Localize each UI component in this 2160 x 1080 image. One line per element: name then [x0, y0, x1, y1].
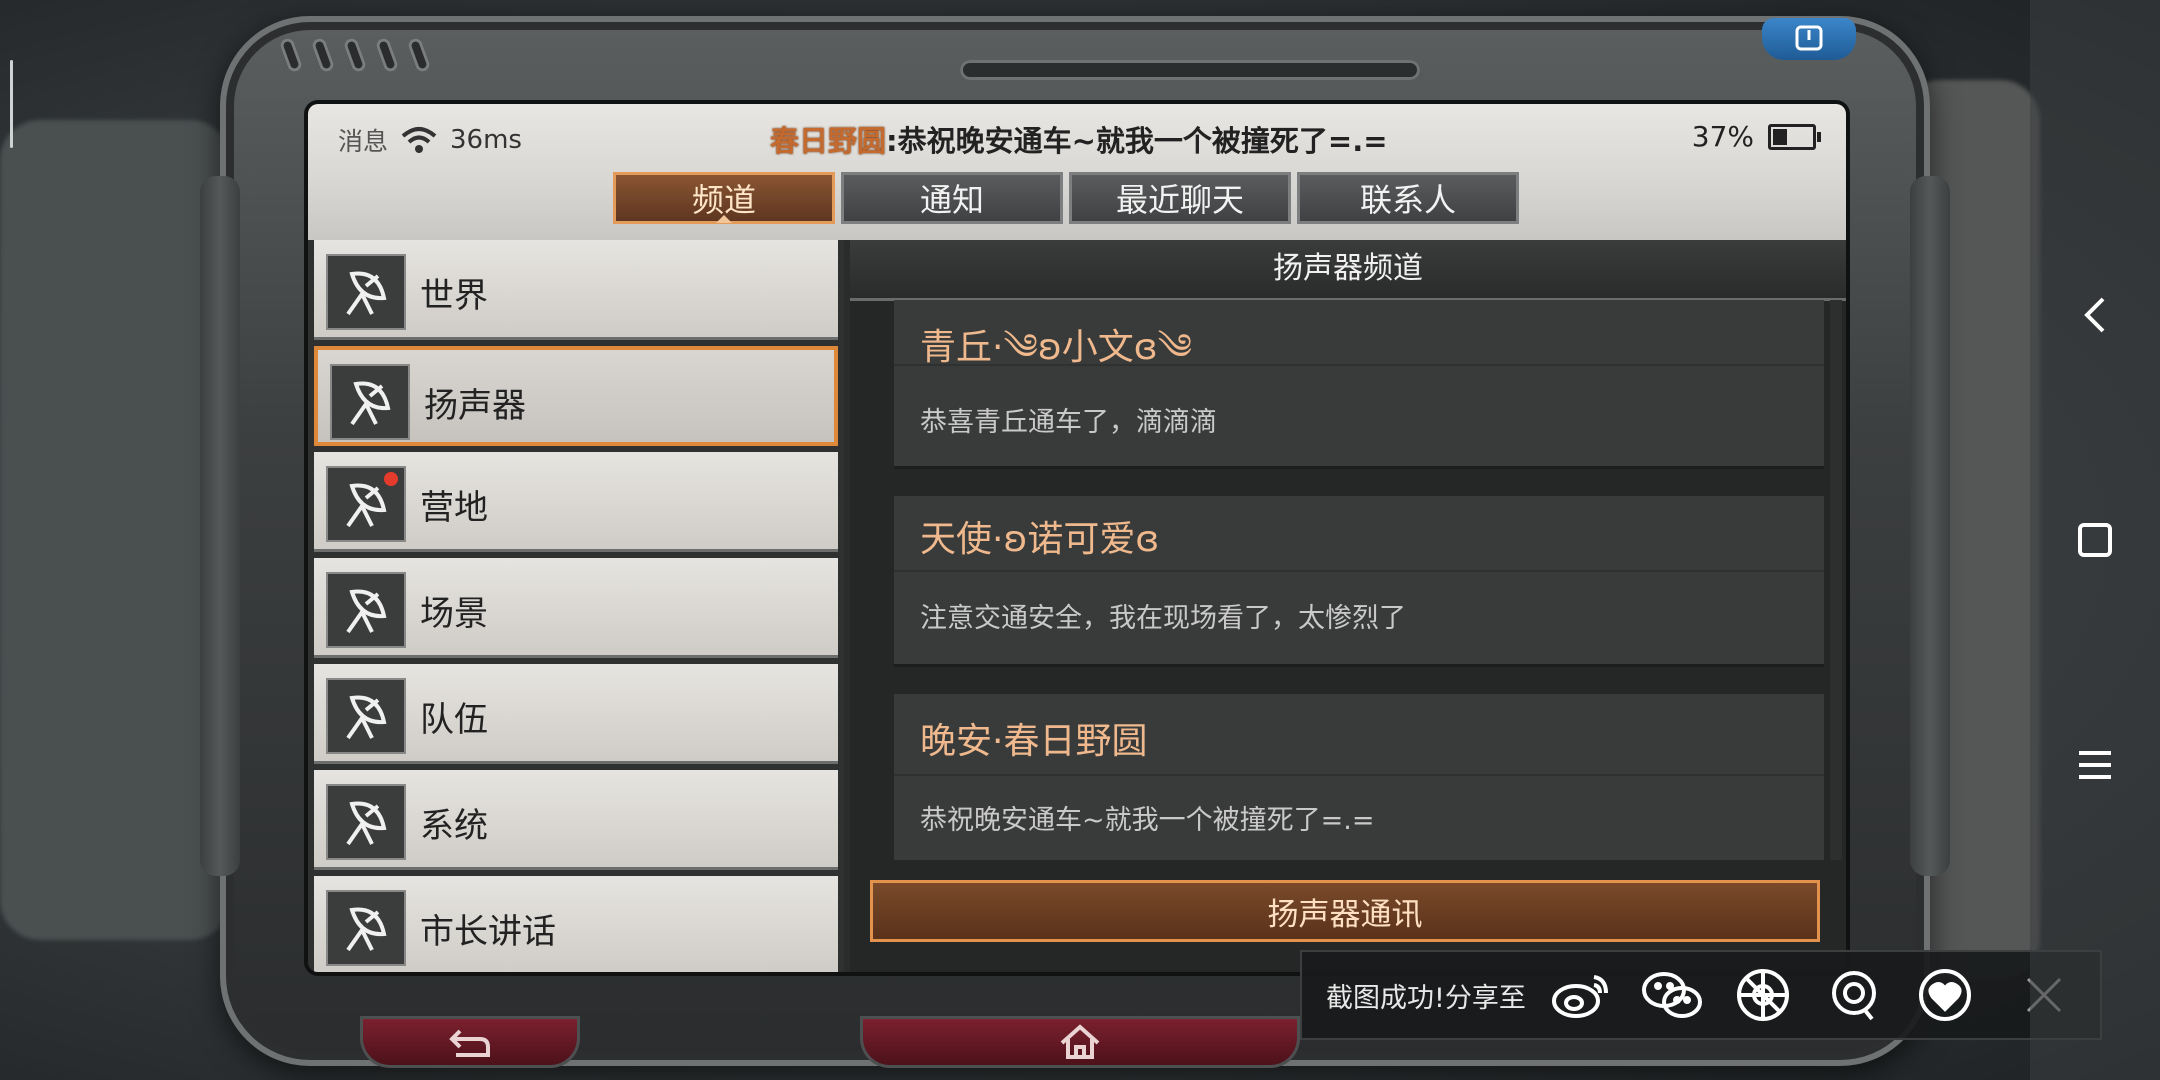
nav-menu-button[interactable] [2030, 725, 2160, 805]
channel-item-team[interactable]: 队伍 [314, 664, 838, 764]
frame-side-right [1910, 176, 1950, 876]
messages-label: 消息 [338, 127, 389, 156]
message-sender[interactable]: 天使·ʚ诺可爱ɞ [920, 510, 1159, 562]
satellite-dish-icon [326, 890, 406, 966]
channel-item-mayor[interactable]: 市长讲话 [314, 876, 838, 972]
channel-list: 世界 扬声器 营地 场景 队伍 系统 市长讲话 [308, 240, 844, 972]
moments-icon[interactable] [1728, 960, 1798, 1030]
frame-top-bar [960, 60, 1420, 80]
tab-notifications[interactable]: 通知 [841, 172, 1063, 224]
wechat-icon[interactable] [1637, 960, 1707, 1030]
home-button[interactable] [860, 1016, 1300, 1068]
ping-value: 36ms [450, 125, 522, 155]
message-item: 晚安·春日野圆 恭祝晚安通车~就我一个被撞死了=.= [894, 694, 1824, 860]
channel-item-scene[interactable]: 场景 [314, 558, 838, 658]
message-item: 天使·ʚ诺可爱ɞ 注意交通安全，我在现场看了，太惨烈了 [894, 496, 1824, 667]
tab-recent-chats-label: 最近聊天 [1115, 181, 1244, 219]
chevron-left-icon [2084, 297, 2105, 333]
message-sender[interactable]: 晚安·春日野圆 [920, 712, 1147, 764]
marquee-text: :恭祝晚安通车~就我一个被撞死了=.= [886, 124, 1388, 158]
frame-side-left [200, 176, 240, 876]
channel-label: 世界 [420, 276, 488, 316]
qq-icon[interactable] [1819, 960, 1889, 1030]
background-blur-left [0, 120, 230, 940]
speaker-marquee: 春日野圆:恭祝晚安通车~就我一个被撞死了=.= [770, 118, 1388, 160]
power-icon [1795, 25, 1823, 51]
frame-vent-1 [278, 36, 304, 74]
message-text: 恭喜青丘通车了，滴滴滴 [920, 407, 1217, 438]
menu-icon [2079, 751, 2111, 779]
power-button[interactable] [1762, 18, 1856, 60]
message-sender[interactable]: 青丘·༄ʚ小文ɞ༄ [920, 306, 1192, 408]
status-area: 消息 36ms 春日野圆:恭祝晚安通车~就我一个被撞死了=.= 37% 频道 通… [308, 104, 1846, 240]
tab-notifications-label: 通知 [919, 181, 984, 219]
system-nav-bar [2030, 0, 2160, 1080]
message-text: 恭祝晚安通车~就我一个被撞死了=.= [920, 805, 1375, 836]
channel-label: 系统 [420, 806, 488, 846]
wifi-icon [400, 126, 438, 154]
channel-label: 营地 [420, 488, 488, 528]
frame-vent-5 [406, 36, 432, 74]
tab-recent-chats[interactable]: 最近聊天 [1069, 172, 1291, 224]
tab-contacts[interactable]: 联系人 [1297, 172, 1519, 224]
screenshot-share-toast: 截图成功!分享至 [1300, 950, 2102, 1040]
message-item: 青丘·༄ʚ小文ɞ༄ 恭喜青丘通车了，滴滴滴 [894, 300, 1824, 469]
edge-indicator [10, 60, 13, 148]
satellite-dish-icon [326, 572, 406, 648]
channel-item-world[interactable]: 世界 [314, 240, 838, 340]
message-list[interactable]: 青丘·༄ʚ小文ɞ༄ 恭喜青丘通车了，滴滴滴 天使·ʚ诺可爱ɞ 注意交通安全，我在… [894, 300, 1824, 860]
return-arrow-icon [449, 1029, 490, 1057]
satellite-dish-icon [326, 466, 406, 542]
channel-label: 市长讲话 [420, 912, 556, 952]
message-text: 注意交通安全，我在现场看了，太惨烈了 [920, 603, 1406, 634]
frame-vent-2 [310, 36, 336, 74]
back-button[interactable] [360, 1016, 580, 1068]
channel-label: 场景 [420, 594, 488, 634]
satellite-dish-icon [330, 364, 410, 440]
satellite-dish-icon [326, 784, 406, 860]
home-icon [1060, 1024, 1100, 1059]
pane-title: 扬声器频道 [850, 240, 1846, 301]
tab-bar: 频道 通知 最近聊天 联系人 [613, 172, 1519, 224]
tab-contacts-label: 联系人 [1359, 181, 1456, 219]
phone-screen: 消息 36ms 春日野圆:恭祝晚安通车~就我一个被撞死了=.= 37% 频道 通… [308, 104, 1846, 972]
satellite-dish-icon [326, 254, 406, 330]
tab-channels[interactable]: 频道 [613, 172, 835, 224]
frame-vent-3 [342, 36, 368, 74]
satellite-dish-icon [326, 678, 406, 754]
frame-vent-4 [374, 36, 400, 74]
battery-fill [1773, 128, 1787, 145]
share-label: 截图成功!分享至 [1326, 982, 1526, 1014]
status-right: 37% [1691, 120, 1821, 153]
nav-recents-button[interactable] [2030, 500, 2160, 580]
nav-back-button[interactable] [2030, 275, 2160, 355]
message-scrollbar[interactable] [1830, 300, 1842, 860]
weibo-icon[interactable] [1546, 960, 1616, 1030]
channel-label: 队伍 [420, 700, 488, 740]
channel-item-system[interactable]: 系统 [314, 770, 838, 870]
square-icon [2078, 523, 2112, 557]
battery-icon [1768, 123, 1821, 150]
speaker-channel-pane: 扬声器频道 青丘·༄ʚ小文ɞ༄ 恭喜青丘通车了，滴滴滴 天使·ʚ诺可爱ɞ 注意交… [850, 240, 1846, 972]
battery-percent: 37% [1691, 120, 1754, 153]
channel-item-camp[interactable]: 营地 [314, 452, 838, 552]
status-left: 消息 36ms [338, 122, 522, 158]
qzone-icon[interactable] [1910, 960, 1980, 1030]
message-divider [894, 774, 1824, 776]
channel-label: 扬声器 [424, 386, 526, 426]
channel-item-speaker[interactable]: 扬声器 [314, 346, 838, 446]
message-divider [894, 364, 1824, 366]
marquee-sender[interactable]: 春日野圆 [770, 124, 886, 158]
tab-channels-label: 频道 [691, 181, 756, 219]
message-divider [894, 570, 1824, 572]
speaker-send-button[interactable]: 扬声器通讯 [870, 880, 1820, 942]
unread-badge-dot [384, 472, 398, 486]
